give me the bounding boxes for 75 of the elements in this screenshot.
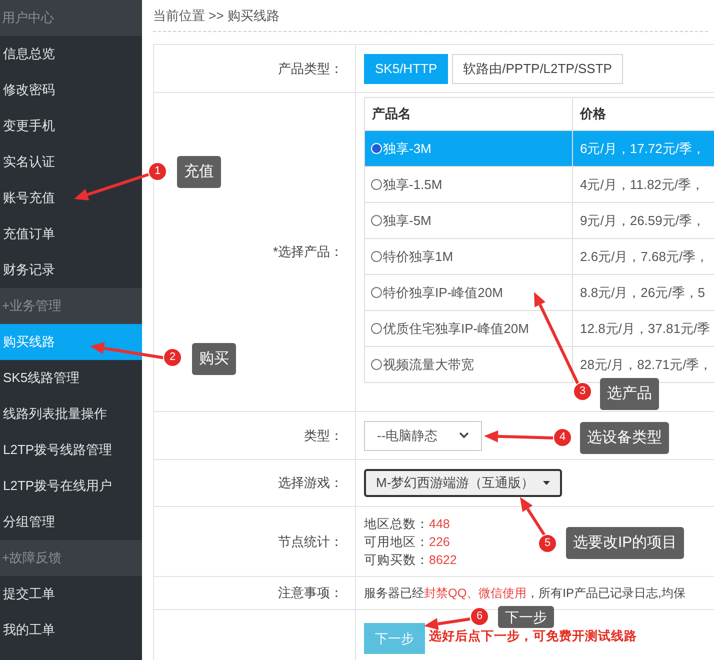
sidebar-item[interactable]: 线路列表批量操作 [0,396,142,432]
sidebar-item[interactable]: 充值订单 [0,216,142,252]
product-row[interactable]: 特价独享1M 2.6元/月，7.68元/季， [365,239,714,275]
product-name: 优质住宅独享IP-峰值20M [383,320,529,338]
sidebar-item[interactable]: L2TP拨号在线用户 [0,468,142,504]
arrow [484,430,556,442]
product-name: 独享-3M [383,140,432,158]
sidebar-item[interactable]: 信息总览 [0,36,142,72]
product-name: 特价独享1M [383,248,454,266]
radio-button[interactable] [371,323,382,334]
radio-button[interactable] [371,251,382,262]
callout-label: 选要改IP的项目 [566,527,684,559]
product-price: 12.8元/月，37.81元/季 [580,320,710,338]
radio-button[interactable] [371,179,382,190]
sidebar-item[interactable]: L2TP拨号线路管理 [0,432,142,468]
breadcrumb: 当前位置 >> 购买线路 [153,6,280,25]
sidebar-item[interactable]: 提交工单 [0,576,142,612]
notice-text: 服务器已经封禁QQ、微信使用，所有IP产品已记录日志,均保 [364,585,686,602]
product-price: 8.8元/月，26元/季，5 [580,284,705,302]
field-label: *选择产品： [272,243,343,262]
sidebar-item[interactable]: 账号充值 [0,180,142,216]
stat-value: 226 [429,534,450,550]
field-label: 类型： [304,426,343,445]
product-row[interactable]: 独享-5M 9元/月，26.59元/季， [365,203,714,239]
product-name: 特价独享IP-峰值20M [383,284,503,302]
radio-button[interactable] [371,215,382,226]
field-label: 选择游戏： [278,474,343,492]
field-label: 注意事项： [278,584,343,602]
column-header: 价格 [578,105,607,124]
product-name: 独享-5M [383,212,432,230]
game-select[interactable]: M-梦幻西游端游（互通版） [364,469,562,497]
callout-label: 选设备类型 [580,422,669,454]
stat-label: 可购买数： [364,552,429,568]
sidebar-item[interactable]: 修改密码 [0,72,142,108]
product-name: 视频流量大带宽 [383,356,474,374]
radio-button[interactable] [371,359,382,370]
stat-label: 可用地区： [364,534,429,550]
hint-text: 选好后点下一步，可免费开测试线路 [429,628,637,646]
callout-label: 下一步 [498,606,554,628]
arrow [424,618,470,630]
field-label: 产品类型： [278,60,343,78]
step-number-badge: 2 [163,348,182,367]
step-number-badge: 4 [553,428,572,447]
sidebar-item[interactable]: 财务记录 [0,252,142,288]
sidebar-item[interactable]: 实名认证 [0,144,142,180]
sidebar-item[interactable]: SK5线路管理 [0,360,142,396]
column-header: 产品名 [365,98,573,130]
product-type-tab[interactable]: 软路由/PPTP/L2TP/SSTP [452,54,623,84]
caret-down-icon [543,481,550,485]
stat-value: 448 [429,516,450,532]
product-name: 独享-1.5M [383,176,442,194]
arrow [520,497,546,537]
callout-label: 选产品 [600,378,659,410]
step-number-badge: 5 [538,534,557,553]
product-price: 2.6元/月，7.68元/季， [580,248,709,266]
callout-label: 购买 [192,343,236,375]
step-number-badge: 6 [470,607,489,626]
product-row[interactable]: 独享-1.5M 4元/月，11.82元/季， [365,167,714,203]
chevron-down-icon [459,432,469,439]
sidebar-item[interactable]: 我的工单 [0,612,142,648]
step-number-badge: 3 [573,382,592,401]
step-number-badge: 1 [148,162,167,181]
product-price: 28元/月，82.71元/季， [580,356,712,374]
product-price: 6元/月，17.72元/季， [580,140,705,158]
stat-value: 8622 [429,552,457,568]
device-type-select[interactable]: --电脑静态 [364,420,482,450]
sidebar-item[interactable]: 分组管理 [0,504,142,540]
product-price: 9元/月，26.59元/季， [580,212,705,230]
product-price: 4元/月，11.82元/季， [580,176,704,194]
radio-button[interactable] [371,287,382,298]
product-row[interactable]: 优质住宅独享IP-峰值20M 12.8元/月，37.81元/季 [365,311,714,347]
callout-label: 充值 [177,156,221,188]
sidebar-item[interactable]: 变更手机 [0,108,142,144]
stat-label: 地区总数： [364,516,429,532]
field-label: 节点统计： [278,532,343,551]
